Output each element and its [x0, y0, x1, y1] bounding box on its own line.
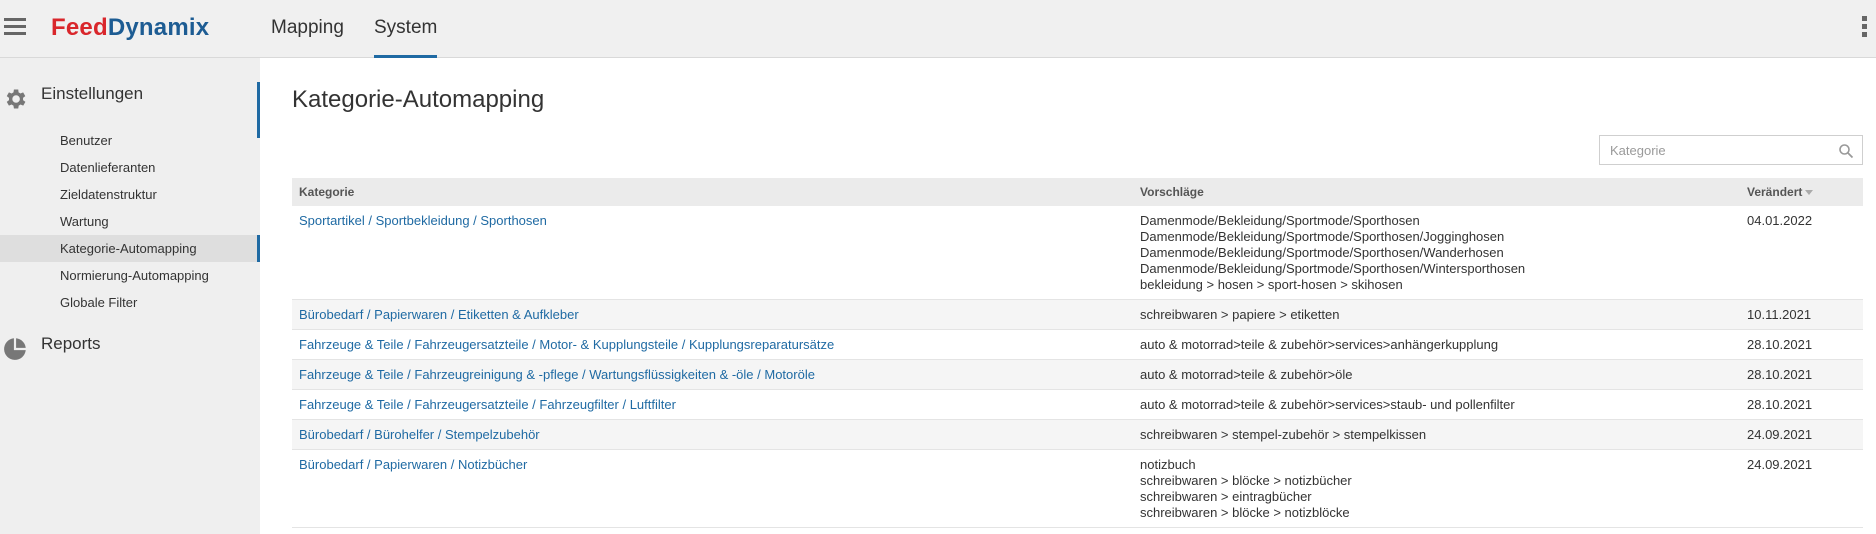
logo-part-feed: Feed: [51, 14, 108, 41]
logo[interactable]: FeedDynamix: [51, 14, 209, 42]
cell-kategorie: Bürobedarf / Papierwaren / Etiketten & A…: [292, 299, 1133, 330]
tab-system[interactable]: System: [374, 0, 438, 58]
cell-vorschlaege: auto & motorrad>teile & zubehör>öle: [1133, 359, 1740, 390]
category-link[interactable]: Fahrzeuge & Teile / Fahrzeugreinigung & …: [299, 367, 815, 382]
sidebar: Einstellungen Benutzer Datenlieferanten …: [0, 58, 260, 534]
sidebar-item-globale-filter[interactable]: Globale Filter: [0, 289, 260, 316]
table-row: Bürobedarf / Papierwaren / Notizbücher n…: [292, 449, 1863, 528]
sidebar-item-datenlieferanten[interactable]: Datenlieferanten: [0, 154, 260, 181]
logo-part-dynamix: Dynamix: [107, 14, 210, 41]
search-icon[interactable]: [1838, 143, 1854, 159]
pie-chart-icon: [4, 338, 26, 360]
category-link[interactable]: Fahrzeuge & Teile / Fahrzeugersatzteile …: [299, 397, 676, 412]
column-header-kategorie[interactable]: Kategorie: [292, 178, 1133, 206]
column-header-veraendert[interactable]: Verändert: [1740, 178, 1863, 206]
cell-kategorie: Fahrzeuge & Teile / Fahrzeugreinigung & …: [292, 359, 1133, 390]
search-box: [1599, 135, 1863, 165]
cell-vorschlaege: notizbuch schreibwaren > blöcke > notizb…: [1133, 449, 1740, 528]
table-row: Sportartikel / Sportbekleidung / Sportho…: [292, 206, 1863, 300]
suggestion: Damenmode/Bekleidung/Sportmode/Sporthose…: [1140, 229, 1505, 244]
column-header-label: Kategorie: [299, 185, 355, 199]
sort-descending-icon[interactable]: [1805, 190, 1814, 196]
sidebar-item-kategorie-automapping[interactable]: Kategorie-Automapping: [0, 235, 260, 262]
cell-vorschlaege: schreibwaren > stempel-zubehör > stempel…: [1133, 419, 1740, 450]
table-row: Fahrzeuge & Teile / Fahrzeugersatzteile …: [292, 389, 1863, 420]
table-header-row: Kategorie Vorschläge Verändert: [292, 178, 1863, 206]
suggestion: schreibwaren > papiere > etiketten: [1140, 307, 1340, 322]
cell-veraendert: 28.10.2021: [1740, 329, 1863, 360]
suggestion: schreibwaren > stempel-zubehör > stempel…: [1140, 427, 1427, 442]
cell-veraendert: 04.01.2022: [1740, 206, 1863, 300]
search-input[interactable]: [1600, 136, 1830, 164]
column-header-label: Verändert: [1747, 185, 1803, 199]
sidebar-item-zieldatenstruktur[interactable]: Zieldatenstruktur: [0, 181, 260, 208]
top-bar: FeedDynamix Mapping System: [0, 0, 1876, 58]
sidebar-section-label: Reports: [41, 334, 101, 353]
category-link[interactable]: Fahrzeuge & Teile / Fahrzeugersatzteile …: [299, 337, 834, 352]
sidebar-item-benutzer[interactable]: Benutzer: [0, 127, 260, 154]
sidebar-item-wartung[interactable]: Wartung: [0, 208, 260, 235]
cell-veraendert: 10.11.2021: [1740, 299, 1863, 330]
cell-vorschlaege: auto & motorrad>teile & zubehör>services…: [1133, 329, 1740, 360]
category-link[interactable]: Sportartikel / Sportbekleidung / Sportho…: [299, 213, 547, 228]
sidebar-section-label: Einstellungen: [41, 84, 144, 103]
suggestion: schreibwaren > eintragbücher: [1140, 489, 1312, 504]
cell-veraendert: 24.09.2021: [1740, 419, 1863, 450]
more-options-icon[interactable]: [1862, 16, 1868, 38]
category-link[interactable]: Bürobedarf / Papierwaren / Notizbücher: [299, 457, 527, 472]
table-row: Bürobedarf / Papierwaren / Etiketten & A…: [292, 299, 1863, 330]
cell-veraendert: 28.10.2021: [1740, 389, 1863, 420]
suggestion: schreibwaren > blöcke > notizblöcke: [1140, 505, 1350, 520]
suggestion: schreibwaren > blöcke > notizbücher: [1140, 473, 1352, 488]
table-row: Fahrzeuge & Teile / Fahrzeugersatzteile …: [292, 329, 1863, 360]
cell-kategorie: Fahrzeuge & Teile / Fahrzeugersatzteile …: [292, 329, 1133, 360]
suggestion: auto & motorrad>teile & zubehör>öle: [1140, 367, 1353, 382]
suggestion: Damenmode/Bekleidung/Sportmode/Sporthose…: [1140, 213, 1420, 228]
cell-vorschlaege: auto & motorrad>teile & zubehör>services…: [1133, 389, 1740, 420]
column-header-vorschlaege[interactable]: Vorschläge: [1133, 178, 1740, 206]
column-header-label: Vorschläge: [1140, 185, 1204, 199]
cell-kategorie: Fahrzeuge & Teile / Fahrzeugersatzteile …: [292, 389, 1133, 420]
suggestion: auto & motorrad>teile & zubehör>services…: [1140, 337, 1499, 352]
table-row: Bürobedarf / Bürohelfer / Stempelzubehör…: [292, 419, 1863, 450]
page-title: Kategorie-Automapping: [292, 86, 545, 113]
category-link[interactable]: Bürobedarf / Papierwaren / Etiketten & A…: [299, 307, 579, 322]
cell-kategorie: Sportartikel / Sportbekleidung / Sportho…: [292, 206, 1133, 300]
cell-kategorie: Bürobedarf / Bürohelfer / Stempelzubehör: [292, 419, 1133, 450]
cell-veraendert: 24.09.2021: [1740, 449, 1863, 528]
sidebar-item-normierung-automapping[interactable]: Normierung-Automapping: [0, 262, 260, 289]
sidebar-section-einstellungen[interactable]: Einstellungen: [0, 70, 260, 138]
cell-kategorie: Bürobedarf / Papierwaren / Notizbücher: [292, 449, 1133, 528]
gear-icon: [6, 89, 26, 109]
cell-vorschlaege: schreibwaren > papiere > etiketten: [1133, 299, 1740, 330]
table-row: Fahrzeuge & Teile / Fahrzeugreinigung & …: [292, 359, 1863, 390]
suggestion: notizbuch: [1140, 457, 1196, 472]
cell-veraendert: 28.10.2021: [1740, 359, 1863, 390]
sidebar-section-reports[interactable]: Reports: [0, 320, 260, 374]
suggestion: Damenmode/Bekleidung/Sportmode/Sporthose…: [1140, 245, 1504, 260]
tab-mapping[interactable]: Mapping: [271, 0, 344, 58]
suggestion: bekleidung > hosen > sport-hosen > skiho…: [1140, 277, 1403, 292]
hamburger-menu-icon[interactable]: [4, 18, 26, 36]
cell-vorschlaege: Damenmode/Bekleidung/Sportmode/Sporthose…: [1133, 206, 1740, 300]
suggestion: Damenmode/Bekleidung/Sportmode/Sporthose…: [1140, 261, 1526, 276]
suggestion: auto & motorrad>teile & zubehör>services…: [1140, 397, 1515, 412]
category-link[interactable]: Bürobedarf / Bürohelfer / Stempelzubehör: [299, 427, 540, 442]
automapping-table: Kategorie Vorschläge Verändert Sportarti…: [292, 178, 1863, 528]
